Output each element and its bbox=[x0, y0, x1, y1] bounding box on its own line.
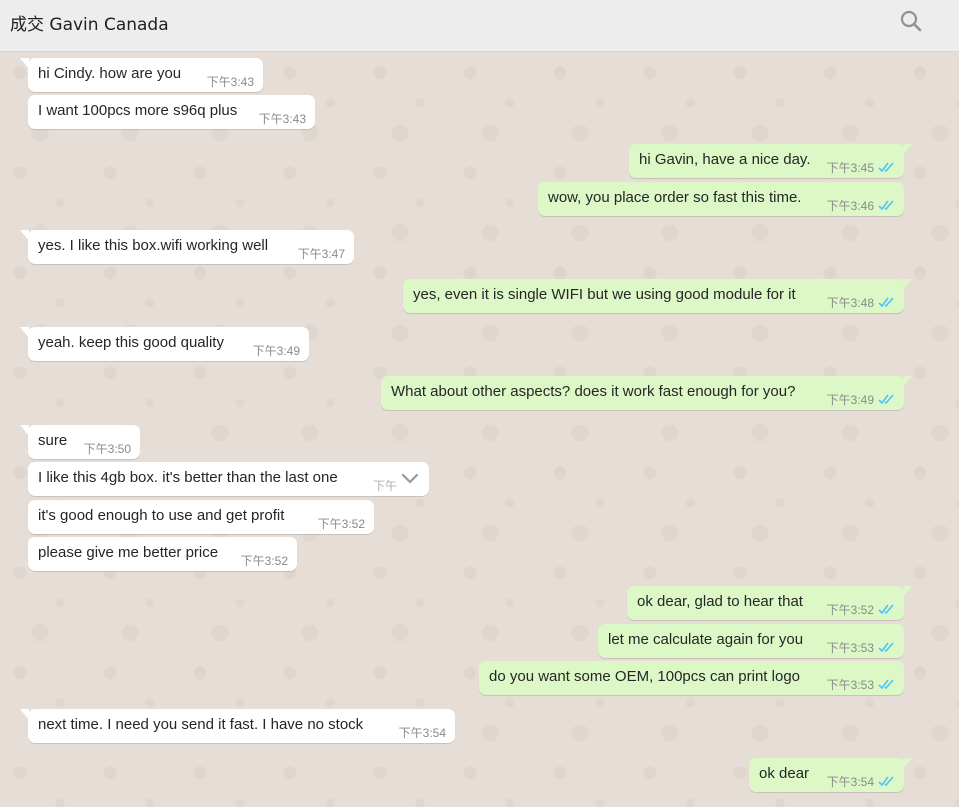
bubble-tail bbox=[903, 758, 912, 769]
message-incoming-hovered[interactable]: I like this 4gb box. it's better than th… bbox=[28, 462, 429, 496]
message-outgoing[interactable]: ok dear, glad to hear that 下午3:52 bbox=[627, 586, 912, 620]
message-incoming[interactable]: hi Cindy. how are you 下午3:43 bbox=[20, 58, 263, 92]
message-outgoing[interactable]: hi Gavin, have a nice day. 下午3:45 bbox=[629, 144, 912, 178]
message-time: 下午3:43 bbox=[206, 75, 254, 89]
bubble-tail bbox=[903, 586, 912, 597]
message-incoming[interactable]: sure 下午3:50 bbox=[20, 425, 140, 459]
search-icon bbox=[900, 10, 922, 32]
message-text: please give me better price bbox=[38, 544, 219, 561]
message-outgoing[interactable]: let me calculate again for you 下午3:53 bbox=[598, 624, 904, 658]
message-text: What about other aspects? does it work f… bbox=[391, 383, 796, 400]
message-time: 下午3:46 bbox=[826, 199, 874, 213]
message-time: 下午3:49 bbox=[252, 344, 300, 358]
message-text: next time. I need you send it fast. I ha… bbox=[38, 716, 364, 733]
message-time: 下午3:47 bbox=[297, 247, 345, 261]
message-text: yeah. keep this good quality bbox=[38, 334, 224, 351]
message-text: hi Cindy. how are you bbox=[38, 65, 182, 82]
message-incoming[interactable]: next time. I need you send it fast. I ha… bbox=[20, 709, 455, 743]
message-outgoing[interactable]: wow, you place order so fast this time. … bbox=[538, 182, 904, 216]
message-time: 下午3:54 bbox=[826, 775, 874, 789]
message-incoming[interactable]: yeah. keep this good quality 下午3:49 bbox=[20, 327, 309, 361]
bubble-tail bbox=[20, 709, 29, 720]
double-check-icon bbox=[878, 200, 894, 211]
bubble-tail bbox=[20, 425, 29, 436]
bubble-tail bbox=[20, 230, 29, 241]
double-check-icon bbox=[878, 776, 894, 787]
message-outgoing[interactable]: What about other aspects? does it work f… bbox=[381, 376, 912, 410]
double-check-icon bbox=[878, 679, 894, 690]
message-text: hi Gavin, have a nice day. bbox=[639, 151, 811, 168]
message-time: 下午3:50 bbox=[83, 442, 131, 456]
message-outgoing[interactable]: yes, even it is single WIFI but we using… bbox=[403, 279, 912, 313]
chevron-down-icon[interactable] bbox=[401, 473, 419, 485]
message-time: 下午3:52 bbox=[240, 554, 288, 568]
message-text: ok dear, glad to hear that bbox=[637, 593, 803, 610]
message-incoming[interactable]: it's good enough to use and get profit 下… bbox=[28, 500, 374, 534]
bubble-tail bbox=[903, 376, 912, 387]
message-text: yes, even it is single WIFI but we using… bbox=[413, 286, 796, 303]
message-time: 下午3:43 bbox=[258, 112, 306, 126]
double-check-icon bbox=[878, 604, 894, 615]
message-text: I like this 4gb box. it's better than th… bbox=[38, 469, 338, 486]
message-time: 下午3:52 bbox=[826, 603, 874, 617]
message-time: 下午3:54 bbox=[398, 726, 446, 740]
double-check-icon bbox=[878, 394, 894, 405]
message-time: 下午3:53 bbox=[826, 641, 874, 655]
bubble-tail bbox=[20, 58, 29, 69]
message-text: I want 100pcs more s96q plus bbox=[38, 102, 238, 119]
bubble-tail bbox=[903, 144, 912, 155]
message-text: wow, you place order so fast this time. bbox=[548, 189, 802, 206]
message-list[interactable]: hi Cindy. how are you 下午3:43 I want 100p… bbox=[0, 53, 959, 807]
double-check-icon bbox=[878, 642, 894, 653]
message-incoming[interactable]: please give me better price 下午3:52 bbox=[28, 537, 297, 571]
bubble-tail bbox=[20, 327, 29, 338]
chat-header: 成交 Gavin Canada bbox=[0, 0, 959, 52]
message-outgoing[interactable]: do you want some OEM, 100pcs can print l… bbox=[479, 661, 904, 695]
double-check-icon bbox=[878, 162, 894, 173]
bubble-tail bbox=[903, 279, 912, 290]
message-time: 下午3:52 bbox=[317, 517, 365, 531]
message-text: ok dear bbox=[759, 765, 810, 782]
message-text: do you want some OEM, 100pcs can print l… bbox=[489, 668, 801, 685]
double-check-icon bbox=[878, 297, 894, 308]
message-text: sure bbox=[38, 432, 68, 449]
message-time: 下午3:49 bbox=[826, 393, 874, 407]
message-time: 下午 bbox=[372, 479, 397, 493]
message-incoming[interactable]: I want 100pcs more s96q plus 下午3:43 bbox=[28, 95, 315, 129]
message-text: yes. I like this box.wifi working well bbox=[38, 237, 269, 254]
message-text: it's good enough to use and get profit bbox=[38, 507, 285, 524]
message-text: let me calculate again for you bbox=[608, 631, 804, 648]
message-incoming[interactable]: yes. I like this box.wifi working well 下… bbox=[20, 230, 354, 264]
contact-name[interactable]: 成交 Gavin Canada bbox=[10, 10, 169, 35]
message-time: 下午3:48 bbox=[826, 296, 874, 310]
message-time: 下午3:45 bbox=[826, 161, 874, 175]
search-button[interactable] bbox=[896, 6, 926, 36]
message-outgoing[interactable]: ok dear 下午3:54 bbox=[749, 758, 912, 792]
message-time: 下午3:53 bbox=[826, 678, 874, 692]
